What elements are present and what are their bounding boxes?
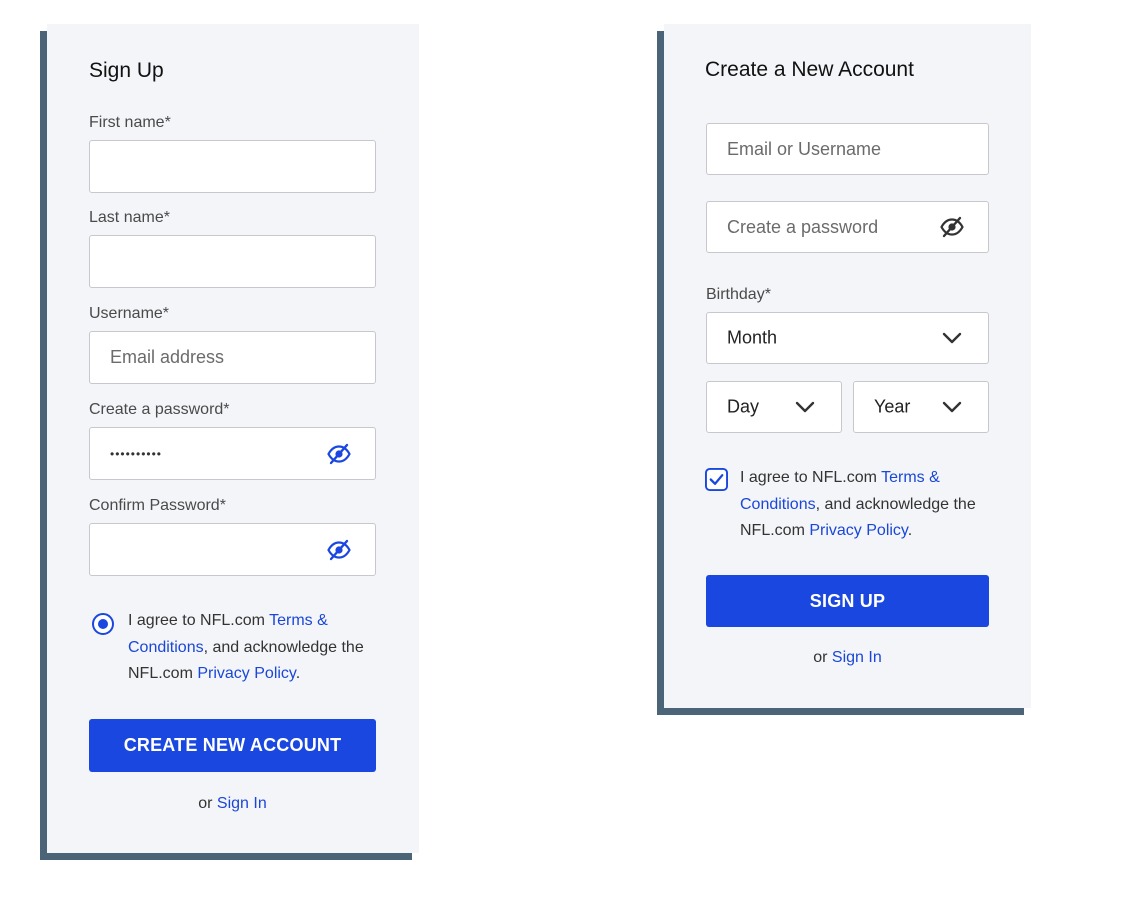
last-name-field[interactable] [89, 235, 376, 288]
or-text: or [813, 649, 832, 666]
month-select[interactable]: Month [706, 312, 989, 364]
privacy-link[interactable]: Privacy Policy [197, 665, 295, 682]
create-account-button[interactable]: CREATE NEW ACCOUNT [89, 719, 376, 772]
radio-selected-icon[interactable] [91, 612, 115, 636]
password-field[interactable]: •••••••••• [89, 427, 376, 480]
first-name-label: First name* [89, 114, 171, 131]
sign-up-button[interactable]: SIGN UP [706, 575, 989, 627]
month-value: Month [727, 327, 778, 348]
agree-prefix: I agree to NFL.com [128, 612, 270, 629]
eye-slash-icon[interactable] [940, 215, 964, 239]
password-value[interactable]: •••••••••• [110, 447, 162, 461]
terms-agreement-text: I agree to NFL.com Terms & Conditions, a… [128, 608, 378, 688]
chevron-down-icon [795, 401, 815, 413]
password-label: Create a password* [89, 401, 230, 418]
chevron-down-icon [942, 332, 962, 344]
eye-slash-icon[interactable] [327, 538, 351, 562]
privacy-link[interactable]: Privacy Policy [809, 522, 907, 539]
username-label: Username* [89, 305, 170, 322]
or-text: or [198, 795, 217, 812]
terms-agreement-text: I agree to NFL.com Terms & Conditions, a… [740, 465, 990, 545]
chevron-down-icon [942, 401, 962, 413]
signin-row: or Sign In [706, 649, 989, 667]
agree-prefix: I agree to NFL.com [740, 469, 882, 486]
day-value: Day [727, 396, 760, 417]
agree-suffix: . [907, 522, 913, 539]
username-field[interactable] [89, 331, 376, 384]
right-create-account-card: Create a New Account Birthday* Month Day… [664, 24, 1031, 708]
username-input[interactable] [110, 347, 375, 368]
first-name-field[interactable] [89, 140, 376, 193]
year-select[interactable]: Year [853, 381, 989, 433]
left-signup-card: Sign Up First name* Last name* Username*… [47, 24, 419, 853]
last-name-label: Last name* [89, 209, 170, 226]
signin-link[interactable]: Sign In [832, 649, 882, 666]
last-name-input[interactable] [110, 251, 375, 272]
eye-slash-icon[interactable] [327, 442, 351, 466]
create-password-field[interactable] [706, 201, 989, 253]
page-title: Sign Up [89, 59, 164, 82]
confirm-password-field[interactable] [89, 523, 376, 576]
checkbox-checked-icon[interactable] [705, 468, 728, 491]
agree-suffix: . [295, 665, 301, 682]
day-select[interactable]: Day [706, 381, 842, 433]
page-title: Create a New Account [705, 58, 914, 81]
first-name-input[interactable] [110, 156, 375, 177]
email-username-input[interactable] [727, 138, 988, 160]
birthday-label: Birthday* [706, 286, 771, 303]
signin-row: or Sign In [89, 795, 376, 813]
confirm-password-label: Confirm Password* [89, 497, 226, 514]
signin-link[interactable]: Sign In [217, 795, 267, 812]
year-value: Year [874, 396, 911, 417]
email-username-field[interactable] [706, 123, 989, 175]
